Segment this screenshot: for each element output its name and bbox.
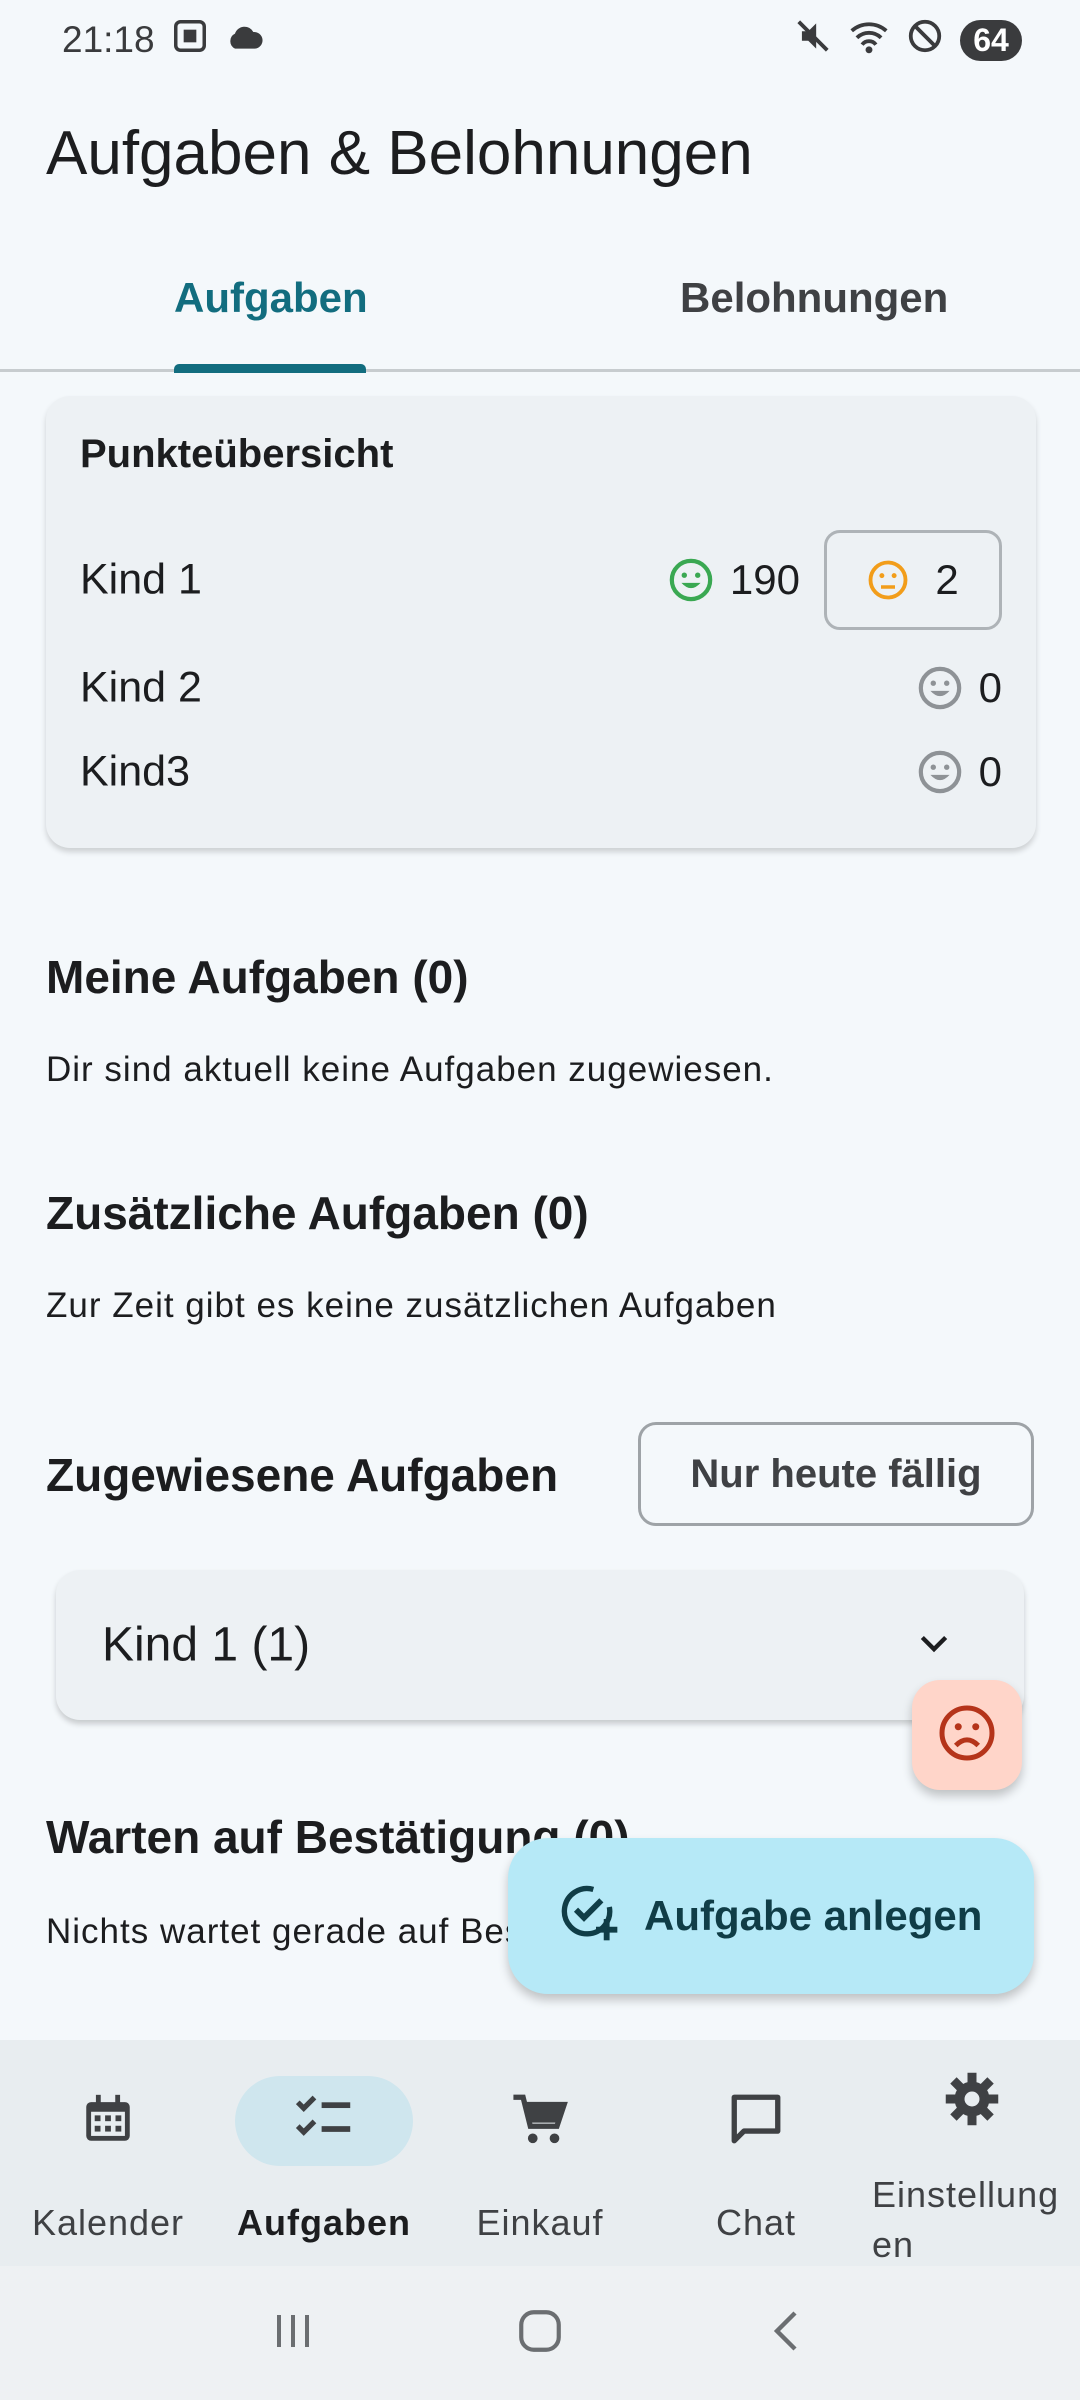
battery-indicator: 64 bbox=[960, 19, 1022, 61]
wifi-icon bbox=[848, 17, 890, 64]
page-title: Aufgaben & Belohnungen bbox=[46, 119, 753, 188]
my-tasks-title: Meine Aufgaben (0) bbox=[46, 951, 469, 1003]
nav-label: Kalender bbox=[31, 2202, 185, 2243]
status-bar-right: 64 bbox=[794, 17, 1022, 64]
kid-task-group-expander[interactable]: Kind 1 (1) bbox=[56, 1570, 1024, 1720]
assigned-tasks-title: Zugewiesene Aufgaben bbox=[46, 1449, 559, 1501]
nav-item-einstellungen[interactable]: Einstellungen bbox=[864, 2040, 1080, 2266]
tab-bar: Aufgaben Belohnungen bbox=[0, 240, 1080, 373]
mute-icon bbox=[794, 17, 832, 64]
bad-points-value: 2 bbox=[935, 556, 959, 603]
do-not-disturb-icon bbox=[906, 17, 944, 64]
status-bar: 21:18 64 bbox=[0, 0, 1080, 80]
kid-row-2: Kind 2 0 bbox=[80, 648, 1002, 728]
home-icon[interactable] bbox=[515, 2306, 565, 2361]
calendar-icon bbox=[79, 2090, 137, 2153]
kid-good-points: 0 bbox=[917, 664, 1002, 712]
my-tasks-empty-text: Dir sind aktuell keine Aufgaben zugewies… bbox=[46, 1050, 774, 1089]
kid-good-points: 190 bbox=[668, 556, 800, 604]
nav-label: Einstellungen bbox=[872, 2174, 1060, 2265]
nav-item-einkauf[interactable]: Einkauf bbox=[432, 2040, 648, 2266]
happy-smiley-icon bbox=[917, 749, 963, 795]
nav-item-kalender[interactable]: Kalender bbox=[0, 2040, 216, 2266]
checklist-icon bbox=[293, 2090, 355, 2153]
extra-tasks-title: Zusätzliche Aufgaben (0) bbox=[46, 1187, 589, 1239]
points-overview-card: Punkteübersicht Kind 1 190 2 Kind 2 0 Ki… bbox=[46, 396, 1036, 848]
happy-smiley-icon bbox=[668, 557, 714, 603]
chat-icon bbox=[727, 2090, 785, 2153]
tab-aufgaben[interactable]: Aufgaben bbox=[174, 274, 368, 322]
sad-smiley-icon bbox=[937, 1703, 997, 1768]
good-points-value: 0 bbox=[978, 664, 1002, 711]
tab-belohnungen[interactable]: Belohnungen bbox=[680, 274, 948, 322]
nav-label: Einkauf bbox=[476, 2202, 604, 2243]
kid-name: Kind 2 bbox=[80, 663, 202, 712]
kid-row-3: Kind3 0 bbox=[80, 732, 1002, 812]
screenshot-icon bbox=[171, 17, 209, 64]
kid-name: Kind3 bbox=[80, 747, 190, 796]
nav-label: Aufgaben bbox=[237, 2202, 411, 2243]
back-icon[interactable] bbox=[763, 2307, 811, 2360]
nav-item-chat[interactable]: Chat bbox=[648, 2040, 864, 2266]
chevron-down-icon bbox=[914, 1623, 954, 1668]
kid-task-group-label: Kind 1 (1) bbox=[102, 1618, 311, 1672]
nav-item-aufgaben[interactable]: Aufgaben bbox=[216, 2040, 432, 2266]
create-task-label: Aufgabe anlegen bbox=[644, 1892, 983, 1939]
nav-label: Chat bbox=[715, 2202, 797, 2243]
gear-icon bbox=[942, 2069, 1002, 2134]
points-overview-title: Punkteübersicht bbox=[80, 432, 394, 476]
sad-smiley-fab[interactable] bbox=[912, 1680, 1022, 1790]
tab-indicator bbox=[174, 364, 366, 373]
kid-name: Kind 1 bbox=[80, 555, 202, 604]
kid-good-points: 0 bbox=[917, 748, 1002, 796]
bad-points-chip[interactable]: 2 bbox=[824, 530, 1002, 630]
cart-icon bbox=[511, 2090, 569, 2153]
cloud-icon bbox=[225, 19, 265, 61]
good-points-value: 0 bbox=[978, 748, 1002, 795]
status-time: 21:18 bbox=[62, 19, 155, 60]
due-today-filter-button[interactable]: Nur heute fällig bbox=[638, 1422, 1034, 1526]
add-task-icon bbox=[556, 1879, 620, 1953]
extra-tasks-empty-text: Zur Zeit gibt es keine zusätzlichen Aufg… bbox=[46, 1286, 777, 1325]
system-navigation-bar bbox=[0, 2266, 1080, 2400]
good-points-value: 190 bbox=[729, 556, 800, 603]
neutral-smiley-icon bbox=[867, 559, 909, 601]
bottom-navigation: Kalender Aufgaben Einkauf Chat Einstellu… bbox=[0, 2040, 1080, 2266]
happy-smiley-icon bbox=[917, 665, 963, 711]
kid-row-1: Kind 1 190 2 bbox=[80, 530, 1002, 630]
recent-apps-icon[interactable] bbox=[269, 2307, 317, 2360]
status-bar-left: 21:18 bbox=[62, 17, 265, 64]
create-task-fab[interactable]: Aufgabe anlegen bbox=[508, 1838, 1034, 1994]
